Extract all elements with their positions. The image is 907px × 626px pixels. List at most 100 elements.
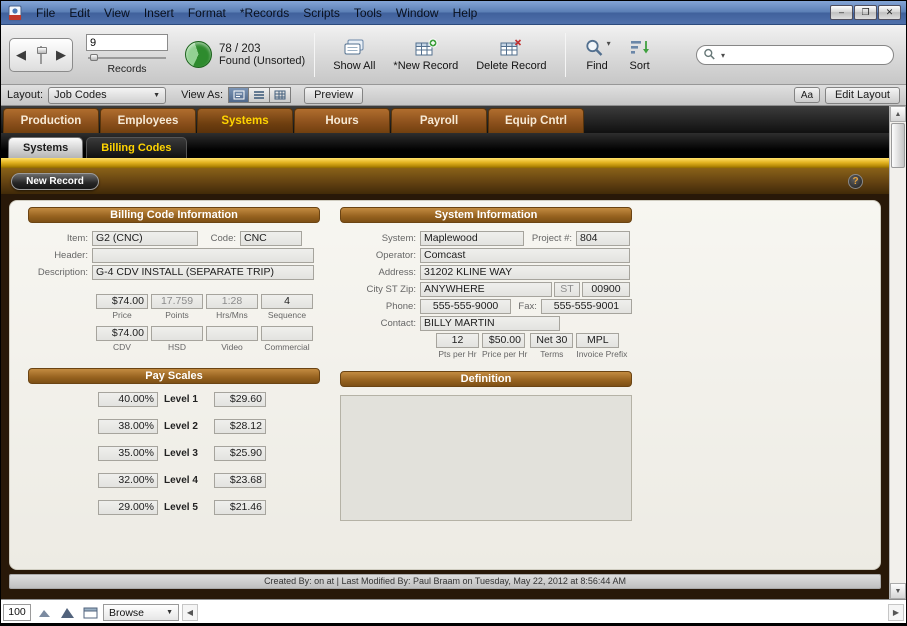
hsd-field[interactable] (151, 326, 203, 341)
view-list-button[interactable] (249, 87, 270, 103)
pay-percent-field[interactable]: 40.00% (98, 392, 158, 407)
toggle-status-toolbar-icon[interactable] (80, 604, 100, 621)
tab-production[interactable]: Production (3, 108, 99, 133)
bottom-status-bar: 100 Browse ▼ ◀ ▶ (1, 599, 906, 625)
zoom-level[interactable]: 100 (3, 604, 31, 621)
contact-field[interactable]: BILLY MARTIN (420, 316, 560, 331)
pay-percent-field[interactable]: 38.00% (98, 419, 158, 434)
menu-edit[interactable]: Edit (62, 3, 97, 23)
close-button[interactable]: ✕ (878, 5, 901, 20)
find-button[interactable]: ▾ Find (575, 35, 620, 75)
code-field[interactable]: CNC (240, 231, 302, 246)
search-dropdown-icon[interactable]: ▾ (721, 51, 725, 60)
new-record-layout-button[interactable]: New Record (11, 173, 99, 190)
pay-rate-field[interactable]: $25.90 (214, 446, 266, 461)
record-slider-icon[interactable] (36, 44, 46, 66)
operator-field[interactable]: Comcast (420, 248, 630, 263)
vertical-scrollbar-thumb[interactable] (891, 123, 905, 168)
scroll-down-icon[interactable]: ▼ (890, 583, 906, 599)
item-field[interactable]: G2 (CNC) (92, 231, 198, 246)
records-slider[interactable] (88, 53, 166, 62)
restore-button[interactable]: ❐ (854, 5, 877, 20)
pay-percent-field[interactable]: 29.00% (98, 500, 158, 515)
scroll-up-icon[interactable]: ▲ (890, 106, 906, 122)
quick-find[interactable]: ▾ (696, 45, 894, 65)
sequence-field[interactable]: 4 (261, 294, 313, 309)
layout-dropdown[interactable]: Job Codes ▼ (48, 87, 166, 104)
menu-help[interactable]: Help (446, 3, 485, 23)
definition-field[interactable] (340, 395, 632, 521)
new-record-button[interactable]: *New Record (384, 35, 467, 75)
menu-window[interactable]: Window (389, 3, 446, 23)
terms-field[interactable]: Net 30 (530, 333, 573, 348)
menu-tools[interactable]: Tools (347, 3, 389, 23)
pay-scales-section-header: Pay Scales (28, 368, 320, 384)
show-all-button[interactable]: Show All (324, 35, 384, 75)
mode-dropdown[interactable]: Browse ▼ (103, 604, 179, 621)
description-label: Description: (28, 267, 92, 278)
pay-rate-field[interactable]: $23.68 (214, 473, 266, 488)
minimize-button[interactable]: – (830, 5, 853, 20)
menu-insert[interactable]: Insert (137, 3, 181, 23)
price-per-hr-field[interactable]: $50.00 (482, 333, 525, 348)
zip-field[interactable]: 00900 (582, 282, 630, 297)
vertical-scrollbar-track[interactable] (890, 169, 906, 583)
city-field[interactable]: ANYWHERE (420, 282, 552, 297)
preview-button[interactable]: Preview (304, 87, 363, 104)
video-field[interactable] (206, 326, 258, 341)
formatting-bar-button[interactable]: Aa (794, 87, 820, 103)
subtab-systems[interactable]: Systems (8, 137, 83, 158)
system-field[interactable]: Maplewood (420, 231, 524, 246)
view-table-button[interactable] (270, 87, 291, 103)
commercial-field[interactable] (261, 326, 313, 341)
app-icon[interactable] (7, 5, 23, 21)
description-field[interactable]: G-4 CDV INSTALL (SEPARATE TRIP) (92, 265, 314, 280)
filemaker-window: File Edit View Insert Format *Records Sc… (0, 0, 907, 626)
pay-rate-field[interactable]: $29.60 (214, 392, 266, 407)
menu-records[interactable]: *Records (233, 3, 296, 23)
invoice-prefix-field[interactable]: MPL (576, 333, 619, 348)
tab-payroll[interactable]: Payroll (391, 108, 487, 133)
tab-equip-cntrl[interactable]: Equip Cntrl (488, 108, 584, 133)
zoom-in-icon[interactable] (57, 604, 77, 621)
next-record-button[interactable]: ▶ (56, 48, 66, 61)
tab-employees[interactable]: Employees (100, 108, 196, 133)
pts-per-hr-field[interactable]: 12 (436, 333, 479, 348)
pay-percent-field[interactable]: 35.00% (98, 446, 158, 461)
state-field[interactable]: ST (554, 282, 580, 297)
header-field[interactable] (92, 248, 314, 263)
pay-percent-field[interactable]: 32.00% (98, 473, 158, 488)
find-dropdown-icon[interactable]: ▾ (607, 39, 611, 48)
edit-layout-button[interactable]: Edit Layout (825, 87, 900, 104)
record-number-input[interactable] (86, 34, 168, 51)
menu-file[interactable]: File (29, 3, 62, 23)
vertical-scrollbar[interactable]: ▲ ▼ (889, 106, 906, 599)
price-field[interactable]: $74.00 (96, 294, 148, 309)
cdv-field[interactable]: $74.00 (96, 326, 148, 341)
h-scroll-right-icon[interactable]: ▶ (888, 604, 904, 621)
help-icon[interactable]: ? (848, 174, 863, 189)
zoom-out-icon[interactable] (34, 604, 54, 621)
previous-record-button[interactable]: ◀ (16, 48, 26, 61)
menu-scripts[interactable]: Scripts (296, 3, 347, 23)
pay-rate-field[interactable]: $21.46 (214, 500, 266, 515)
records-slider-handle[interactable] (90, 54, 98, 61)
menu-format[interactable]: Format (181, 3, 233, 23)
project-field[interactable]: 804 (576, 231, 630, 246)
quick-find-input[interactable] (727, 49, 887, 61)
found-pie-icon[interactable] (185, 41, 212, 68)
h-scroll-left-icon[interactable]: ◀ (182, 604, 198, 621)
phone-field[interactable]: 555-555-9000 (420, 299, 511, 314)
tab-systems[interactable]: Systems (197, 108, 293, 133)
hrs-mns-field[interactable]: 1:28 (206, 294, 258, 309)
fax-field[interactable]: 555-555-9001 (541, 299, 632, 314)
subtab-billing-codes[interactable]: Billing Codes (86, 137, 186, 158)
points-field[interactable]: 17.759 (151, 294, 203, 309)
menu-view[interactable]: View (97, 3, 137, 23)
pay-rate-field[interactable]: $28.12 (214, 419, 266, 434)
sort-button[interactable]: Sort (620, 35, 660, 75)
view-form-button[interactable] (228, 87, 249, 103)
delete-record-button[interactable]: Delete Record (467, 35, 555, 75)
tab-hours[interactable]: Hours (294, 108, 390, 133)
address-field[interactable]: 31202 KLINE WAY (420, 265, 630, 280)
